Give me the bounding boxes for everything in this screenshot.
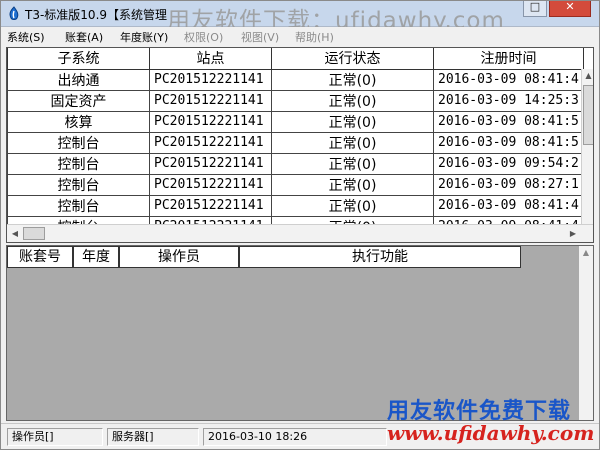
cell-time: 2016-03-09 14:25:3 <box>433 89 584 112</box>
scroll-left-icon[interactable]: ◀ <box>9 228 21 240</box>
status-operator: 操作员[] <box>7 428 103 446</box>
operation-log-header: 账套号 年度 操作员 执行功能 <box>7 246 521 268</box>
cell-site: PC201512221141 <box>149 68 272 91</box>
log-vertical-scrollbar[interactable]: ▲ <box>579 246 593 420</box>
watermark-url-text: www.ufidawhy.com <box>387 421 595 445</box>
cell-time: 2016-03-09 09:54:2 <box>433 152 584 175</box>
cell-subsystem: 控制台 <box>7 131 150 154</box>
cell-status: 正常(0) <box>271 68 434 91</box>
cell-subsystem: 出纳通 <box>7 68 150 91</box>
menu-item-help[interactable]: 帮助(H) <box>295 29 334 45</box>
title-bar[interactable]: T3-标准版10.9【系统管理 用友软件下载：ufidawhy.com □ ✕ <box>1 0 599 34</box>
vertical-scroll-thumb[interactable] <box>583 85 593 145</box>
app-window: T3-标准版10.9【系统管理 用友软件下载：ufidawhy.com □ ✕ … <box>0 0 600 450</box>
scroll-up-icon[interactable]: ▲ <box>582 69 593 83</box>
menu-bar: 系统(S) 账套(A) 年度账(Y) 权限(O) 视图(V) 帮助(H) <box>1 27 599 45</box>
table-row[interactable]: 核算 PC201512221141 正常(0) 2016-03-09 08:41… <box>7 110 584 133</box>
close-icon: ✕ <box>565 0 575 13</box>
cell-subsystem: 控制台 <box>7 173 150 196</box>
cell-status: 正常(0) <box>271 173 434 196</box>
column-header-year[interactable]: 年度 <box>73 246 119 268</box>
column-header-function[interactable]: 执行功能 <box>239 246 521 268</box>
column-header-status[interactable]: 运行状态 <box>271 48 434 70</box>
column-header-subsystem[interactable]: 子系统 <box>7 48 150 70</box>
cell-subsystem: 固定资产 <box>7 89 150 112</box>
cell-time: 2016-03-09 08:41:4 <box>433 68 584 91</box>
table-header-row: 子系统 站点 运行状态 注册时间 <box>7 48 584 70</box>
subsystem-table-panel: 子系统 站点 运行状态 注册时间 出纳通 PC201512221141 正常(0… <box>6 47 594 243</box>
cell-site: PC201512221141 <box>149 110 272 133</box>
maximize-icon: □ <box>529 0 541 13</box>
cell-subsystem: 核算 <box>7 110 150 133</box>
table-row[interactable]: 控制台 PC201512221141 正常(0) 2016-03-09 08:2… <box>7 173 584 196</box>
cell-time: 2016-03-09 08:41:5 <box>433 131 584 154</box>
menu-item-permission[interactable]: 权限(O) <box>184 29 223 45</box>
table-row[interactable]: 控制台 PC201512221141 正常(0) 2016-03-09 08:4… <box>7 131 584 154</box>
log-scroll-up-icon[interactable]: ▲ <box>579 248 593 257</box>
horizontal-scrollbar[interactable]: ◀ ▶ <box>7 224 593 242</box>
horizontal-scroll-thumb[interactable] <box>23 227 45 240</box>
table-row[interactable]: 控制台 PC201512221141 正常(0) 2016-03-09 08:4… <box>7 194 584 217</box>
window-title: T3-标准版10.9【系统管理 <box>25 8 168 22</box>
cell-subsystem: 控制台 <box>7 194 150 217</box>
cell-status: 正常(0) <box>271 89 434 112</box>
cell-time: 2016-03-09 08:41:5 <box>433 110 584 133</box>
cell-status: 正常(0) <box>271 194 434 217</box>
close-button[interactable]: ✕ <box>549 0 591 17</box>
cell-site: PC201512221141 <box>149 194 272 217</box>
menu-item-account[interactable]: 账套(A) <box>65 29 103 45</box>
cell-site: PC201512221141 <box>149 131 272 154</box>
cell-time: 2016-03-09 08:41:4 <box>433 194 584 217</box>
cell-time: 2016-03-09 08:27:1 <box>433 173 584 196</box>
cell-status: 正常(0) <box>271 131 434 154</box>
cell-status: 正常(0) <box>271 152 434 175</box>
cell-subsystem: 控制台 <box>7 152 150 175</box>
table-row[interactable]: 出纳通 PC201512221141 正常(0) 2016-03-09 08:4… <box>7 68 584 91</box>
column-header-operator[interactable]: 操作员 <box>119 246 239 268</box>
status-datetime: 2016-03-10 18:26 <box>203 428 387 446</box>
menu-item-year[interactable]: 年度账(Y) <box>120 29 168 45</box>
cell-site: PC201512221141 <box>149 152 272 175</box>
cell-site: PC201512221141 <box>149 173 272 196</box>
app-logo-icon <box>7 6 21 22</box>
scroll-right-icon[interactable]: ▶ <box>567 228 579 240</box>
cell-site: PC201512221141 <box>149 89 272 112</box>
table-row[interactable]: 控制台 PC201512221141 正常(0) 2016-03-09 09:5… <box>7 152 584 175</box>
menu-item-view[interactable]: 视图(V) <box>241 29 279 45</box>
cell-status: 正常(0) <box>271 110 434 133</box>
column-header-account-no[interactable]: 账套号 <box>7 246 73 268</box>
subsystem-table: 子系统 站点 运行状态 注册时间 出纳通 PC201512221141 正常(0… <box>7 48 584 238</box>
vertical-scrollbar[interactable]: ▲ <box>581 69 593 224</box>
column-header-time[interactable]: 注册时间 <box>433 48 584 70</box>
maximize-button[interactable]: □ <box>523 0 547 17</box>
menu-item-system[interactable]: 系统(S) <box>7 29 45 45</box>
column-header-site[interactable]: 站点 <box>149 48 272 70</box>
status-server: 服务器[] <box>107 428 199 446</box>
table-row[interactable]: 固定资产 PC201512221141 正常(0) 2016-03-09 14:… <box>7 89 584 112</box>
